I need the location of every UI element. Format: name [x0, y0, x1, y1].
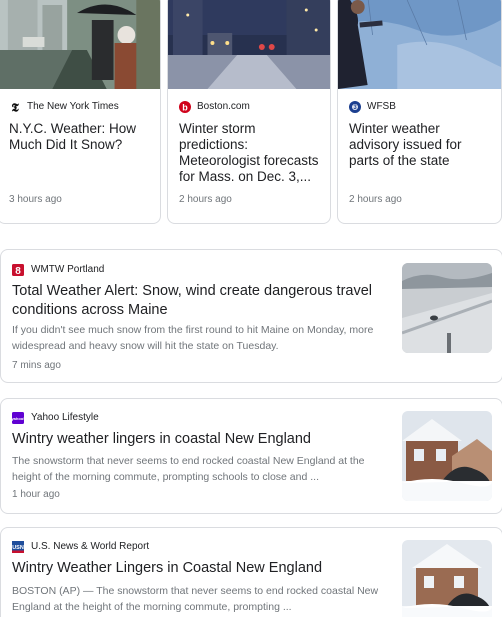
article-title[interactable]: Total Weather Alert: Snow, wind create d… [12, 282, 392, 320]
svg-text:USN: USN [12, 545, 24, 551]
story-source-name: Boston.com [197, 100, 250, 112]
news-article-yahoo[interactable]: yahoo! Yahoo Lifestyle Wintry weather li… [0, 398, 502, 514]
article-source-name: U.S. News & World Report [31, 540, 150, 552]
article-source-name: WMTW Portland [31, 263, 105, 275]
svg-text:8: 8 [15, 266, 21, 276]
article-snippet: BOSTON (AP) — The snowstorm that never s… [12, 585, 379, 613]
story-timestamp: 3 hours ago [9, 194, 62, 205]
article-timestamp: 7 mins ago [12, 360, 61, 371]
story-source: 3 WFSB [349, 100, 396, 113]
story-thumbnail-nyc-street [0, 0, 160, 89]
article-source: 8 WMTW Portland [12, 263, 105, 277]
wfsb-logo-icon: 3 [349, 100, 361, 113]
boston-com-logo-icon: b [179, 100, 191, 113]
story-source: b Boston.com [179, 100, 250, 113]
article-source: yahoo! Yahoo Lifestyle [11, 411, 99, 424]
nyt-logo-icon: 𝕿 [9, 100, 21, 115]
story-card-wfsb[interactable]: 3 WFSB Winter weather advisory issued fo… [337, 0, 502, 224]
story-title[interactable]: Winter weather advisory issued for parts… [349, 121, 491, 169]
article-title[interactable]: Wintry weather lingers in coastal New En… [12, 430, 392, 449]
story-title[interactable]: Winter storm predictions: Meteorologist … [179, 121, 320, 185]
svg-text:b: b [182, 103, 188, 113]
article-thumbnail-snowy-road [402, 263, 492, 353]
news-article-wmtw[interactable]: 8 WMTW Portland Total Weather Alert: Sno… [0, 249, 502, 383]
story-source: 𝕿 The New York Times [9, 100, 119, 115]
article-title[interactable]: Wintry Weather Lingers in Coastal New En… [12, 559, 392, 578]
story-source-name: WFSB [367, 100, 396, 112]
wmtw-logo-icon: 8 [12, 263, 24, 277]
story-card-boston[interactable]: b Boston.com Winter storm predictions: M… [167, 0, 331, 224]
story-thumbnail-weather-map [338, 0, 501, 89]
usnews-logo-icon: USN [12, 540, 24, 553]
article-thumbnail-snowy-house [402, 411, 492, 501]
article-snippet: If you didn't see much snow from the fir… [12, 324, 374, 352]
story-timestamp: 2 hours ago [179, 194, 232, 205]
svg-text:𝕿: 𝕿 [11, 101, 19, 113]
article-source: USN U.S. News & World Report [12, 540, 150, 553]
article-snippet: The snowstorm that never seems to end ro… [12, 455, 365, 483]
story-thumbnail-boston-night [168, 0, 330, 89]
news-article-usnews[interactable]: USN U.S. News & World Report Wintry Weat… [0, 527, 502, 617]
article-source-name: Yahoo Lifestyle [31, 411, 99, 423]
article-thumbnail-snowy-house [402, 540, 492, 617]
story-card-nyt[interactable]: 𝕿 The New York Times N.Y.C. Weather: How… [0, 0, 161, 224]
article-timestamp: 1 hour ago [12, 489, 60, 500]
svg-text:yahoo!: yahoo! [12, 416, 24, 421]
story-source-name: The New York Times [27, 100, 119, 112]
yahoo-logo-icon: yahoo! [11, 411, 25, 424]
story-timestamp: 2 hours ago [349, 194, 402, 205]
story-title[interactable]: N.Y.C. Weather: How Much Did It Snow? [9, 121, 150, 153]
top-stories-carousel: 𝕿 The New York Times N.Y.C. Weather: How… [0, 0, 502, 226]
